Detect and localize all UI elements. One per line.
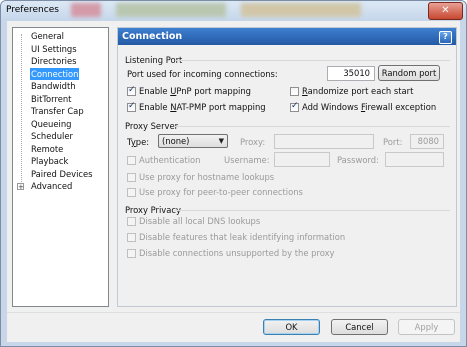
tree-item-directories[interactable]: Directories	[30, 55, 78, 67]
category-tree: General UI Settings Directories Connecti…	[12, 27, 109, 307]
tree-item-connection[interactable]: Connection	[30, 67, 80, 80]
background-blur	[71, 3, 101, 17]
tree-item-queueing[interactable]: Queueing	[30, 118, 72, 130]
proxy-port-input[interactable]: 8080	[410, 134, 444, 149]
group-divider	[174, 126, 450, 127]
password-input[interactable]	[385, 152, 444, 167]
proxy-port-label: Port:	[383, 137, 403, 147]
proxy-p2p-checkbox[interactable]	[127, 188, 136, 197]
username-input[interactable]	[274, 152, 330, 167]
proxy-server-group-label: Proxy Server	[125, 121, 179, 131]
nat-pmp-label: Enable NAT-PMP port mapping	[139, 102, 266, 112]
tree-item-paired-devices[interactable]: Paired Devices	[30, 168, 94, 180]
chevron-down-icon: ▼	[218, 137, 224, 145]
proxy-privacy-group-label: Proxy Privacy	[125, 205, 181, 215]
ok-button[interactable]: OK	[263, 319, 320, 335]
tree-item-bittorrent[interactable]: BitTorrent	[30, 93, 72, 105]
password-label: Password:	[337, 155, 379, 165]
apply-button[interactable]: Apply	[398, 319, 455, 335]
upnp-checkbox[interactable]	[127, 85, 136, 96]
random-port-button[interactable]: Random port	[378, 65, 440, 81]
tree-item-remote[interactable]: Remote	[30, 143, 64, 155]
username-label: Username:	[224, 155, 270, 165]
authentication-checkbox[interactable]	[127, 156, 136, 165]
close-button[interactable]: ✕	[428, 2, 463, 20]
tree-item-bandwidth[interactable]: Bandwidth	[30, 80, 77, 92]
disable-unsupported-checkbox[interactable]	[127, 249, 136, 258]
firewall-label: Add Windows Firewall exception	[302, 102, 437, 112]
title-bar: Preferences ✕	[1, 1, 466, 21]
disable-leak-checkbox[interactable]	[127, 233, 136, 242]
proxy-type-label: Type:	[127, 137, 150, 147]
randomize-port-checkbox[interactable]	[290, 87, 299, 96]
close-icon: ✕	[441, 5, 450, 16]
proxy-type-value: (none)	[162, 136, 190, 146]
listening-port-group-label: Listening Port	[125, 55, 183, 65]
preferences-window: Preferences ✕ General UI Settings Direct…	[0, 0, 467, 347]
connection-panel: Connection ? Listening Port Port used fo…	[117, 27, 457, 307]
tree-item-ui-settings[interactable]: UI Settings	[30, 43, 78, 55]
authentication-label: Authentication	[139, 155, 201, 165]
tree-connector	[21, 34, 22, 186]
panel-title: Connection	[122, 31, 183, 42]
disable-dns-checkbox[interactable]	[127, 217, 136, 226]
proxy-hostname-label: Use proxy for hostname lookups	[139, 172, 275, 182]
tree-item-advanced[interactable]: Advanced	[30, 180, 73, 192]
proxy-type-select[interactable]: (none) ▼	[158, 134, 228, 148]
panel-header: Connection ?	[118, 28, 456, 45]
tree-item-transfer-cap[interactable]: Transfer Cap	[30, 105, 85, 117]
window-title: Preferences	[6, 5, 59, 15]
background-blur	[241, 3, 361, 17]
tree-item-scheduler[interactable]: Scheduler	[30, 130, 74, 142]
proxy-p2p-label: Use proxy for peer-to-peer connections	[139, 187, 303, 197]
group-divider	[174, 210, 450, 211]
help-icon[interactable]: ?	[439, 31, 452, 44]
button-bar: OK Cancel Apply	[7, 312, 460, 342]
disable-dns-label: Disable all local DNS lookups	[139, 216, 261, 226]
nat-pmp-checkbox[interactable]	[127, 101, 136, 112]
dialog-client: General UI Settings Directories Connecti…	[7, 21, 460, 342]
proxy-host-input[interactable]	[274, 134, 374, 149]
disable-leak-label: Disable features that leak identifying i…	[139, 232, 346, 242]
tree-item-playback[interactable]: Playback	[30, 155, 69, 167]
tree-item-general[interactable]: General	[30, 30, 65, 42]
port-input[interactable]: 35010	[327, 66, 375, 81]
upnp-label: Enable UPnP port mapping	[139, 86, 251, 96]
expand-icon[interactable]: +	[17, 182, 24, 190]
disable-unsupported-label: Disable connections unsupported by the p…	[139, 248, 335, 258]
port-label: Port used for incoming connections:	[127, 69, 278, 79]
proxy-host-label: Proxy:	[240, 137, 266, 147]
proxy-hostname-checkbox[interactable]	[127, 173, 136, 182]
randomize-port-label: Randomize port each start	[302, 86, 414, 96]
cancel-button[interactable]: Cancel	[331, 319, 388, 335]
background-blur	[116, 3, 226, 17]
group-divider	[176, 60, 450, 61]
firewall-checkbox[interactable]	[290, 101, 299, 112]
